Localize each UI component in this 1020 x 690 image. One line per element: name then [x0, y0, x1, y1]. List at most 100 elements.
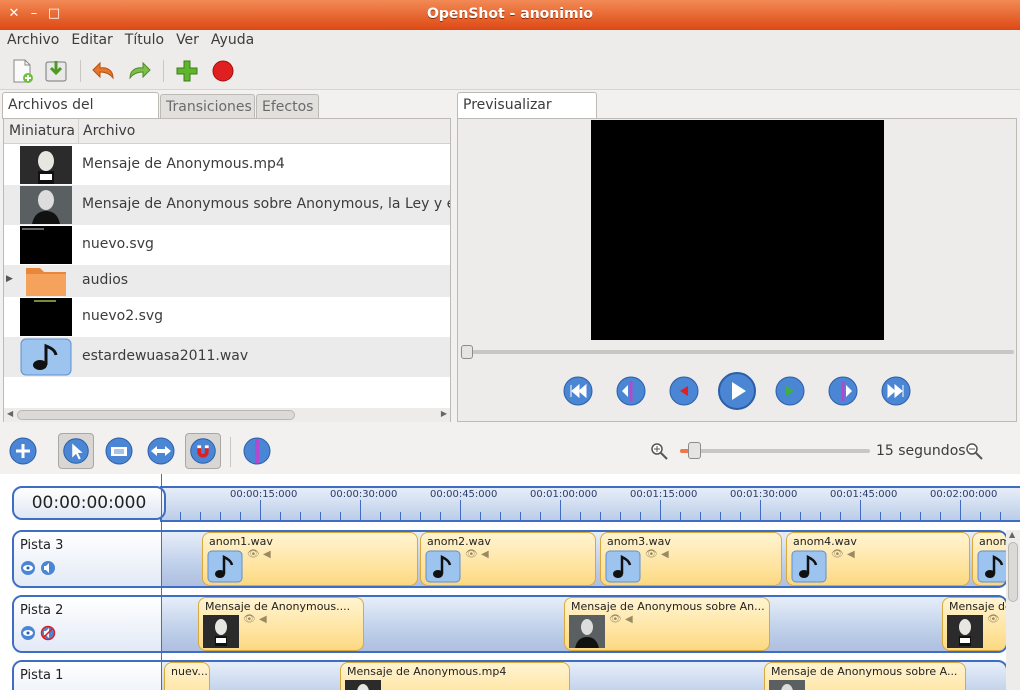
table-row[interactable]: nuevo.svg [4, 225, 450, 265]
column-archivo[interactable]: Archivo [83, 123, 135, 139]
tab-efectos[interactable]: Efectos [256, 94, 319, 118]
table-row[interactable]: nuevo2.svg [4, 297, 450, 337]
add-track-icon[interactable] [5, 433, 41, 469]
scrollbar-thumb[interactable] [17, 410, 295, 420]
resize-tool-icon[interactable] [143, 433, 179, 469]
tab-transiciones[interactable]: Transiciones [160, 94, 255, 118]
audio-clip[interactable]: anom3.wav 👁 ◀ [600, 532, 782, 586]
add-files-icon[interactable] [174, 58, 200, 84]
menu-ayuda[interactable]: Ayuda [206, 30, 259, 50]
rewind-icon[interactable] [668, 375, 700, 407]
expander-arrow-icon[interactable]: ▶ [6, 274, 13, 284]
zoom-slider-handle[interactable] [688, 442, 701, 459]
video-clip[interactable]: nuev... [164, 662, 210, 690]
black-thumb [20, 226, 72, 264]
clip-audio-icon[interactable]: ◀ [259, 614, 267, 625]
scroll-right-icon[interactable]: ▶ [441, 409, 447, 418]
window-titlebar: ✕ – □ OpenShot - anonimio [0, 0, 1020, 30]
clip-audio-icon[interactable]: ◀ [263, 549, 271, 560]
audio-clip[interactable]: anom1.wav 👁 ◀ [202, 532, 418, 586]
video-clip[interactable]: Mensaje de Anonymous.mp4 [340, 662, 570, 690]
clip-audio-icon[interactable]: ◀ [847, 549, 855, 560]
save-project-icon[interactable] [43, 58, 69, 84]
redo-icon[interactable] [126, 58, 152, 84]
clip-name: nuev... [171, 665, 208, 678]
preview-seek-handle[interactable] [461, 345, 473, 359]
clip-name: Mensaje de Anonymous.... [205, 600, 351, 613]
table-row[interactable]: Mensaje de Anonymous.mp4 [4, 145, 450, 185]
jump-to-end-icon[interactable] [880, 375, 912, 407]
clip-visibility-icon[interactable]: 👁 [987, 614, 1000, 625]
timeline: 00:00:15:000 00:00:30:000 00:00:45:000 0… [0, 474, 1020, 690]
zoom-out-icon[interactable] [965, 442, 983, 460]
timeline-vertical-scrollbar[interactable]: ▲ [1006, 530, 1020, 690]
track-name: Pista 2 [20, 603, 64, 618]
video-clip[interactable]: Mensaje de 👁 [942, 597, 1006, 651]
preview-seek-track[interactable] [466, 350, 1014, 354]
speaker-icon[interactable] [40, 560, 56, 576]
folder-icon [26, 268, 66, 296]
arrow-pointer-icon [63, 438, 89, 464]
menu-titulo[interactable]: Título [120, 30, 169, 50]
files-horizontal-scrollbar[interactable]: ◀ ▶ [4, 408, 450, 422]
razor-tool-icon[interactable] [101, 433, 137, 469]
ruler-tick-label: 00:01:15:000 [630, 489, 698, 500]
ruler-minor-ticks [160, 512, 1020, 520]
table-row[interactable]: ▶ audios [4, 265, 450, 297]
undo-icon[interactable] [91, 58, 117, 84]
table-row[interactable]: Mensaje de Anonymous sobre Anonymous, la… [4, 185, 450, 225]
anonymous-thumb [20, 146, 72, 184]
project-files-panel: Miniatura Archivo Mensaje de Anonymous.m… [3, 118, 451, 422]
clip-visibility-icon[interactable]: 👁 [243, 614, 256, 625]
audio-clip[interactable]: anom [972, 532, 1008, 586]
clip-audio-icon[interactable]: ◀ [481, 549, 489, 560]
add-marker-icon[interactable] [239, 433, 275, 469]
previous-marker-icon[interactable] [615, 375, 647, 407]
scrollbar-thumb[interactable] [1008, 542, 1018, 602]
anonymous-thumb [947, 615, 983, 648]
muted-speaker-icon[interactable] [40, 625, 56, 641]
play-icon[interactable] [717, 371, 757, 411]
clip-visibility-icon[interactable]: 👁 [645, 549, 658, 560]
export-video-icon[interactable] [210, 58, 236, 84]
snapping-toggle-button[interactable] [185, 433, 221, 469]
clip-visibility-icon[interactable]: 👁 [465, 549, 478, 560]
column-miniatura[interactable]: Miniatura [9, 123, 75, 139]
video-clip[interactable]: Mensaje de Anonymous sobre An... 👁 ◀ [564, 597, 770, 651]
clip-audio-icon[interactable]: ◀ [661, 549, 669, 560]
zoom-slider-track[interactable] [680, 449, 870, 453]
clip-visibility-icon[interactable]: 👁 [831, 549, 844, 560]
tab-archivos-del-proyecto[interactable]: Archivos del Proyecto [2, 92, 159, 137]
menu-archivo[interactable]: Archivo [2, 30, 64, 50]
jump-to-start-icon[interactable] [562, 375, 594, 407]
ruler-tick-label: 00:01:45:000 [830, 489, 898, 500]
clip-audio-icon[interactable]: ◀ [625, 614, 633, 625]
audio-clip[interactable]: anom2.wav 👁 ◀ [420, 532, 596, 586]
clip-name: anom3.wav [607, 535, 671, 548]
audio-clip[interactable]: anom4.wav 👁 ◀ [786, 532, 970, 586]
clip-visibility-icon[interactable]: 👁 [247, 549, 260, 560]
clip-visibility-icon[interactable]: 👁 [609, 614, 622, 625]
video-clip[interactable]: Mensaje de Anonymous sobre A... [764, 662, 966, 690]
timeline-ruler[interactable]: 00:00:15:000 00:00:30:000 00:00:45:000 0… [160, 486, 1020, 522]
new-project-icon[interactable] [9, 58, 35, 84]
select-tool-button[interactable] [58, 433, 94, 469]
scroll-up-icon[interactable]: ▲ [1009, 530, 1015, 539]
video-clip[interactable]: Mensaje de Anonymous.... 👁 ◀ [198, 597, 364, 651]
fast-forward-icon[interactable] [774, 375, 806, 407]
next-marker-icon[interactable] [827, 375, 859, 407]
anonymous-thumb [569, 615, 605, 648]
tab-previsualizar-video[interactable]: Previsualizar Vídeo [457, 92, 597, 137]
track-header: Pista 1 [14, 662, 162, 690]
folder-name: audios [82, 272, 129, 288]
eye-icon[interactable] [20, 625, 36, 641]
clip-name: Mensaje de Anonymous.mp4 [347, 665, 507, 678]
zoom-in-icon[interactable] [650, 442, 668, 460]
menu-ver[interactable]: Ver [171, 30, 204, 50]
table-row[interactable]: estardewuasa2011.wav [4, 337, 450, 377]
eye-icon[interactable] [20, 560, 36, 576]
scroll-left-icon[interactable]: ◀ [7, 409, 13, 418]
menu-editar[interactable]: Editar [66, 30, 117, 50]
playhead[interactable] [161, 474, 162, 690]
clip-name: anom [979, 535, 1008, 548]
